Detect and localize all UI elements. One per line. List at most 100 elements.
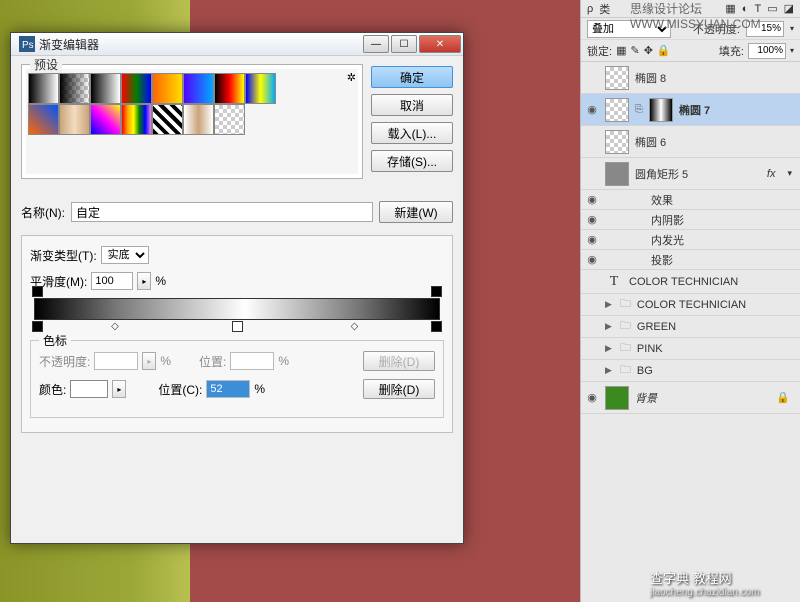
gradient-preset[interactable]: [121, 73, 152, 104]
delete-opacity-stop-button: 删除(D): [363, 351, 435, 371]
gradient-preset[interactable]: [121, 104, 152, 135]
shape-thumb[interactable]: [605, 162, 629, 186]
color-stepper[interactable]: ▸: [112, 380, 126, 398]
gradient-preset[interactable]: [59, 73, 90, 104]
gradient-type-label: 渐变类型(T):: [30, 247, 97, 264]
midpoint-marker[interactable]: ◇: [111, 321, 119, 332]
layers-panel: ρ 类 ▦ ◐ T ▭ ◪ 叠加 不透明度: ▾ 锁定: ▦ ✎ ✥ 🔒 填充:…: [580, 0, 800, 602]
gradient-preset[interactable]: [152, 73, 183, 104]
layer-name: 背景: [635, 390, 657, 406]
gradient-preset[interactable]: [183, 73, 214, 104]
midpoint-marker[interactable]: ◇: [351, 321, 359, 332]
lock-paint-icon[interactable]: ✎: [630, 44, 639, 57]
mask-thumb[interactable]: [649, 98, 673, 122]
layers-list[interactable]: 椭圆 8 ◉ ⎘ 椭圆 7 椭圆 6 圆角矩形 5 fx▾ ◉ 效果 ◉内阴影 ◉…: [581, 62, 800, 414]
lock-transparency-icon[interactable]: ▦: [616, 44, 626, 57]
effect-row[interactable]: ◉内发光: [581, 230, 800, 250]
color-swatch[interactable]: [70, 380, 108, 398]
layer-group-row[interactable]: ▶ 🗀 BG: [581, 360, 800, 382]
layer-group-row[interactable]: ▶ 🗀 COLOR TECHNICIAN: [581, 294, 800, 316]
layer-thumb[interactable]: [605, 98, 629, 122]
presets-menu-icon[interactable]: ✲: [347, 71, 356, 84]
fx-badge[interactable]: fx: [767, 168, 782, 180]
percent-suffix: %: [254, 382, 265, 396]
visibility-toggle[interactable]: ◉: [585, 391, 599, 404]
lock-position-icon[interactable]: ✥: [644, 44, 653, 57]
close-button[interactable]: ✕: [419, 35, 461, 53]
layer-fill-input[interactable]: [748, 43, 786, 59]
gradient-preset[interactable]: [214, 104, 245, 135]
save-button[interactable]: 存储(S)...: [371, 150, 453, 172]
maximize-button[interactable]: ☐: [391, 35, 417, 53]
layer-group-row[interactable]: ▶ 🗀 PINK: [581, 338, 800, 360]
color-stop[interactable]: [32, 321, 43, 332]
layer-thumb[interactable]: [605, 66, 629, 90]
layer-row[interactable]: ◉ 背景 🔒: [581, 382, 800, 414]
visibility-toggle[interactable]: ◉: [585, 213, 599, 226]
effect-row[interactable]: ◉内阴影: [581, 210, 800, 230]
gradient-preset[interactable]: [28, 73, 59, 104]
minimize-button[interactable]: —: [363, 35, 389, 53]
layer-name: PINK: [637, 343, 663, 355]
gradient-preset[interactable]: [90, 73, 121, 104]
gradient-type-select[interactable]: 实底: [101, 246, 149, 264]
visibility-toggle[interactable]: ◉: [585, 233, 599, 246]
visibility-toggle[interactable]: ◉: [585, 103, 599, 116]
opacity-stop[interactable]: [32, 286, 43, 297]
new-button[interactable]: 新建(W): [379, 201, 453, 223]
cancel-button[interactable]: 取消: [371, 94, 453, 116]
layer-row[interactable]: 椭圆 6: [581, 126, 800, 158]
gradient-preview-bar[interactable]: [34, 298, 440, 320]
color-location-label: 位置(C):: [158, 381, 202, 398]
opacity-stop[interactable]: [431, 286, 442, 297]
lock-label: 锁定:: [587, 43, 612, 59]
dialog-titlebar[interactable]: Ps 渐变编辑器 — ☐ ✕: [11, 33, 463, 56]
gradient-preset[interactable]: [90, 104, 121, 135]
opacity-stop-label: 不透明度:: [39, 353, 90, 370]
ok-button[interactable]: 确定: [371, 66, 453, 88]
app-icon: Ps: [19, 36, 35, 52]
layer-row[interactable]: 椭圆 8: [581, 62, 800, 94]
layer-group-row[interactable]: ▶ 🗀 GREEN: [581, 316, 800, 338]
disclosure-icon[interactable]: ▶: [605, 365, 612, 376]
gradient-editor-dialog: Ps 渐变编辑器 — ☐ ✕ 预设 ✲: [10, 32, 464, 544]
effect-row[interactable]: ◉投影: [581, 250, 800, 270]
layer-name: COLOR TECHNICIAN: [629, 276, 738, 288]
disclosure-icon[interactable]: ▶: [605, 299, 612, 310]
gradient-preset[interactable]: [214, 73, 245, 104]
effects-label: 效果: [651, 192, 673, 208]
smoothness-input[interactable]: [91, 272, 133, 290]
gradient-preset[interactable]: [183, 104, 214, 135]
visibility-toggle[interactable]: ◉: [585, 193, 599, 206]
color-location-input[interactable]: [206, 380, 250, 398]
gradient-bar-editor[interactable]: ◇ ◇: [34, 298, 440, 320]
layer-name: BG: [637, 365, 653, 377]
layer-row[interactable]: ◉ ⎘ 椭圆 7: [581, 94, 800, 126]
gradient-preset[interactable]: [245, 73, 276, 104]
disclosure-icon[interactable]: ▶: [605, 321, 612, 332]
stops-title: 色标: [39, 332, 71, 349]
layer-thumb[interactable]: [605, 130, 629, 154]
layer-name: 圆角矩形 5: [635, 166, 688, 182]
layer-row[interactable]: 圆角矩形 5 fx▾: [581, 158, 800, 190]
delete-color-stop-button[interactable]: 删除(D): [363, 379, 435, 399]
presets-group: 预设 ✲: [21, 64, 363, 179]
opacity-stepper: ▸: [142, 352, 156, 370]
effect-row[interactable]: ◉ 效果: [581, 190, 800, 210]
load-button[interactable]: 载入(L)...: [371, 122, 453, 144]
layer-thumb[interactable]: [605, 386, 629, 410]
gradient-preset[interactable]: [59, 104, 90, 135]
disclosure-icon[interactable]: ▶: [605, 343, 612, 354]
smoothness-stepper[interactable]: ▸: [137, 272, 151, 290]
gradient-name-input[interactable]: [71, 202, 373, 222]
lock-all-icon[interactable]: 🔒: [657, 44, 671, 57]
folder-icon: 🗀: [620, 295, 631, 314]
percent-suffix: %: [278, 354, 289, 368]
color-stop[interactable]: [431, 321, 442, 332]
color-stop[interactable]: [232, 321, 243, 332]
gradient-preset[interactable]: [152, 104, 183, 135]
visibility-toggle[interactable]: ◉: [585, 253, 599, 266]
presets-list[interactable]: [26, 69, 358, 174]
gradient-preset[interactable]: [28, 104, 59, 135]
layer-row[interactable]: T COLOR TECHNICIAN: [581, 270, 800, 294]
